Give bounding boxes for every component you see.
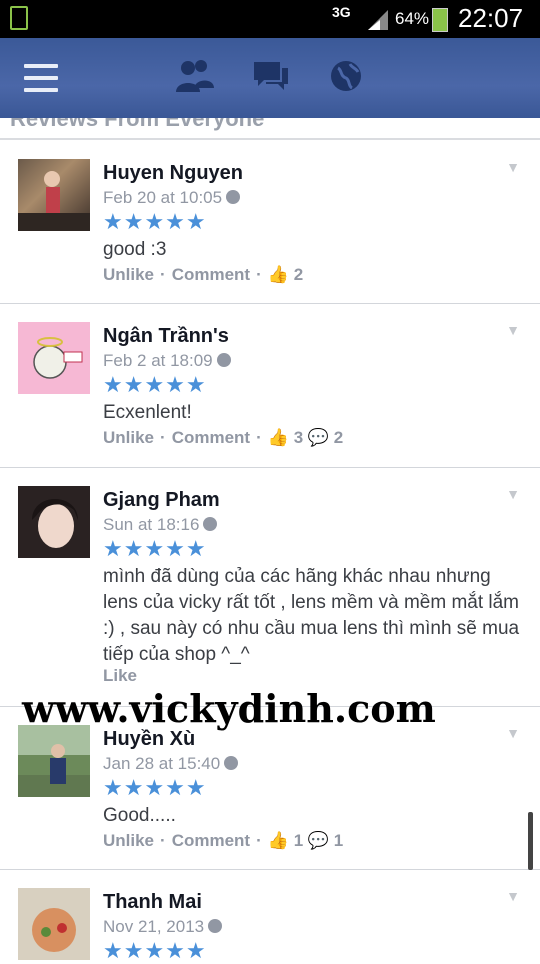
network-indicator: 3G bbox=[332, 4, 351, 20]
avatar[interactable] bbox=[18, 322, 90, 394]
avatar[interactable] bbox=[18, 888, 90, 960]
battery-icon bbox=[432, 8, 448, 32]
chevron-down-icon[interactable]: ▼ bbox=[506, 322, 520, 338]
like-link[interactable]: Like bbox=[103, 666, 137, 685]
friends-icon[interactable] bbox=[174, 58, 214, 94]
reviewer-name[interactable]: Thanh Mai bbox=[103, 891, 202, 914]
like-count[interactable]: 1 bbox=[294, 831, 303, 850]
review-text: mình đã dùng của các hãng khác nhau nhưn… bbox=[103, 566, 520, 665]
review-actions: Unlike · Comment · 👍 2 bbox=[103, 265, 304, 284]
messages-icon[interactable] bbox=[250, 58, 290, 94]
review-date[interactable]: Jan 28 at 15:40 bbox=[103, 754, 239, 774]
comment-count[interactable]: 2 bbox=[334, 428, 343, 447]
review-date-text: Feb 20 at 10:05 bbox=[103, 188, 223, 207]
comment-count-icon: 💬 bbox=[307, 831, 330, 850]
privacy-globe-icon bbox=[208, 919, 223, 933]
comment-count[interactable]: 1 bbox=[334, 831, 343, 850]
comment-link[interactable]: Comment bbox=[172, 428, 250, 447]
unlike-link[interactable]: Unlike bbox=[103, 831, 154, 850]
like-count[interactable]: 3 bbox=[294, 428, 303, 447]
review-actions: Unlike · Comment · 👍 3 💬 2 bbox=[103, 428, 344, 447]
review-item: Gjang Pham Sun at 18:16 ★★★★★ mình đã dù… bbox=[0, 468, 540, 707]
section-title: Reviews From Everyone bbox=[10, 106, 265, 131]
privacy-globe-icon bbox=[224, 756, 239, 770]
status-bar: 3G 64% 22:07 bbox=[0, 0, 540, 38]
rating-stars: ★★★★★ bbox=[103, 775, 207, 800]
review-actions: Like bbox=[103, 666, 137, 686]
review-item: Ngân Trầnn's Feb 2 at 18:09 ★★★★★ Ecxenl… bbox=[0, 304, 540, 468]
section-divider bbox=[0, 138, 540, 140]
review-date[interactable]: Nov 21, 2013 bbox=[103, 917, 223, 937]
review-item: Huyền Xù Jan 28 at 15:40 ★★★★★ Good.....… bbox=[0, 707, 540, 870]
menu-icon[interactable] bbox=[24, 64, 58, 92]
privacy-globe-icon bbox=[216, 353, 231, 367]
like-count-icon: 👍 bbox=[267, 265, 289, 284]
scrollbar[interactable] bbox=[528, 812, 533, 870]
battery-percent: 64% bbox=[395, 9, 430, 28]
avatar[interactable] bbox=[18, 486, 90, 558]
rating-stars: ★★★★★ bbox=[103, 536, 207, 561]
chevron-down-icon[interactable]: ▼ bbox=[506, 725, 520, 741]
globe-icon[interactable] bbox=[326, 58, 366, 94]
chevron-down-icon[interactable]: ▼ bbox=[506, 486, 520, 502]
chevron-down-icon[interactable]: ▼ bbox=[506, 159, 520, 175]
unlike-link[interactable]: Unlike bbox=[103, 428, 154, 447]
comment-count-icon: 💬 bbox=[307, 428, 330, 447]
comment-link[interactable]: Comment bbox=[172, 831, 250, 850]
clock: 22:07 bbox=[458, 3, 524, 33]
chevron-down-icon[interactable]: ▼ bbox=[506, 888, 520, 904]
avatar[interactable] bbox=[18, 159, 90, 231]
reviewer-name[interactable]: Gjang Pham bbox=[103, 489, 220, 512]
like-count-icon: 👍 bbox=[267, 831, 289, 850]
review-date-text: Nov 21, 2013 bbox=[103, 917, 205, 936]
review-date-text: Sun at 18:16 bbox=[103, 515, 200, 534]
review-text: good :3 bbox=[103, 239, 167, 260]
reviewer-name[interactable]: Huyen Nguyen bbox=[103, 162, 243, 185]
review-date-text: Feb 2 at 18:09 bbox=[103, 351, 213, 370]
review-text: Ecxenlent! bbox=[103, 402, 192, 423]
privacy-globe-icon bbox=[226, 190, 241, 204]
review-actions: Unlike · Comment · 👍 1 💬 1 bbox=[103, 831, 344, 850]
like-count-icon: 👍 bbox=[267, 428, 289, 447]
watermark: www.vickydinh.com bbox=[22, 686, 436, 731]
review-date-text: Jan 28 at 15:40 bbox=[103, 754, 221, 773]
review-date[interactable]: Feb 20 at 10:05 bbox=[103, 188, 241, 208]
review-item: Huyen Nguyen Feb 20 at 10:05 ★★★★★ good … bbox=[0, 141, 540, 304]
rating-stars: ★★★★★ bbox=[103, 938, 207, 963]
reviewer-name[interactable]: Huyền Xù bbox=[103, 728, 195, 751]
avatar[interactable] bbox=[18, 725, 90, 797]
signal-icon bbox=[368, 10, 388, 30]
like-count[interactable]: 2 bbox=[294, 265, 303, 284]
reviewer-name[interactable]: Ngân Trầnn's bbox=[103, 325, 229, 348]
review-text: Good..... bbox=[103, 805, 176, 826]
privacy-globe-icon bbox=[203, 517, 218, 531]
review-date[interactable]: Sun at 18:16 bbox=[103, 515, 218, 535]
comment-link[interactable]: Comment bbox=[172, 265, 250, 284]
unlike-link[interactable]: Unlike bbox=[103, 265, 154, 284]
review-item: Thanh Mai Nov 21, 2013 ★★★★★ ▼ bbox=[0, 870, 540, 963]
rating-stars: ★★★★★ bbox=[103, 209, 207, 234]
notification-icon bbox=[10, 6, 28, 30]
review-date[interactable]: Feb 2 at 18:09 bbox=[103, 351, 231, 371]
rating-stars: ★★★★★ bbox=[103, 372, 207, 397]
